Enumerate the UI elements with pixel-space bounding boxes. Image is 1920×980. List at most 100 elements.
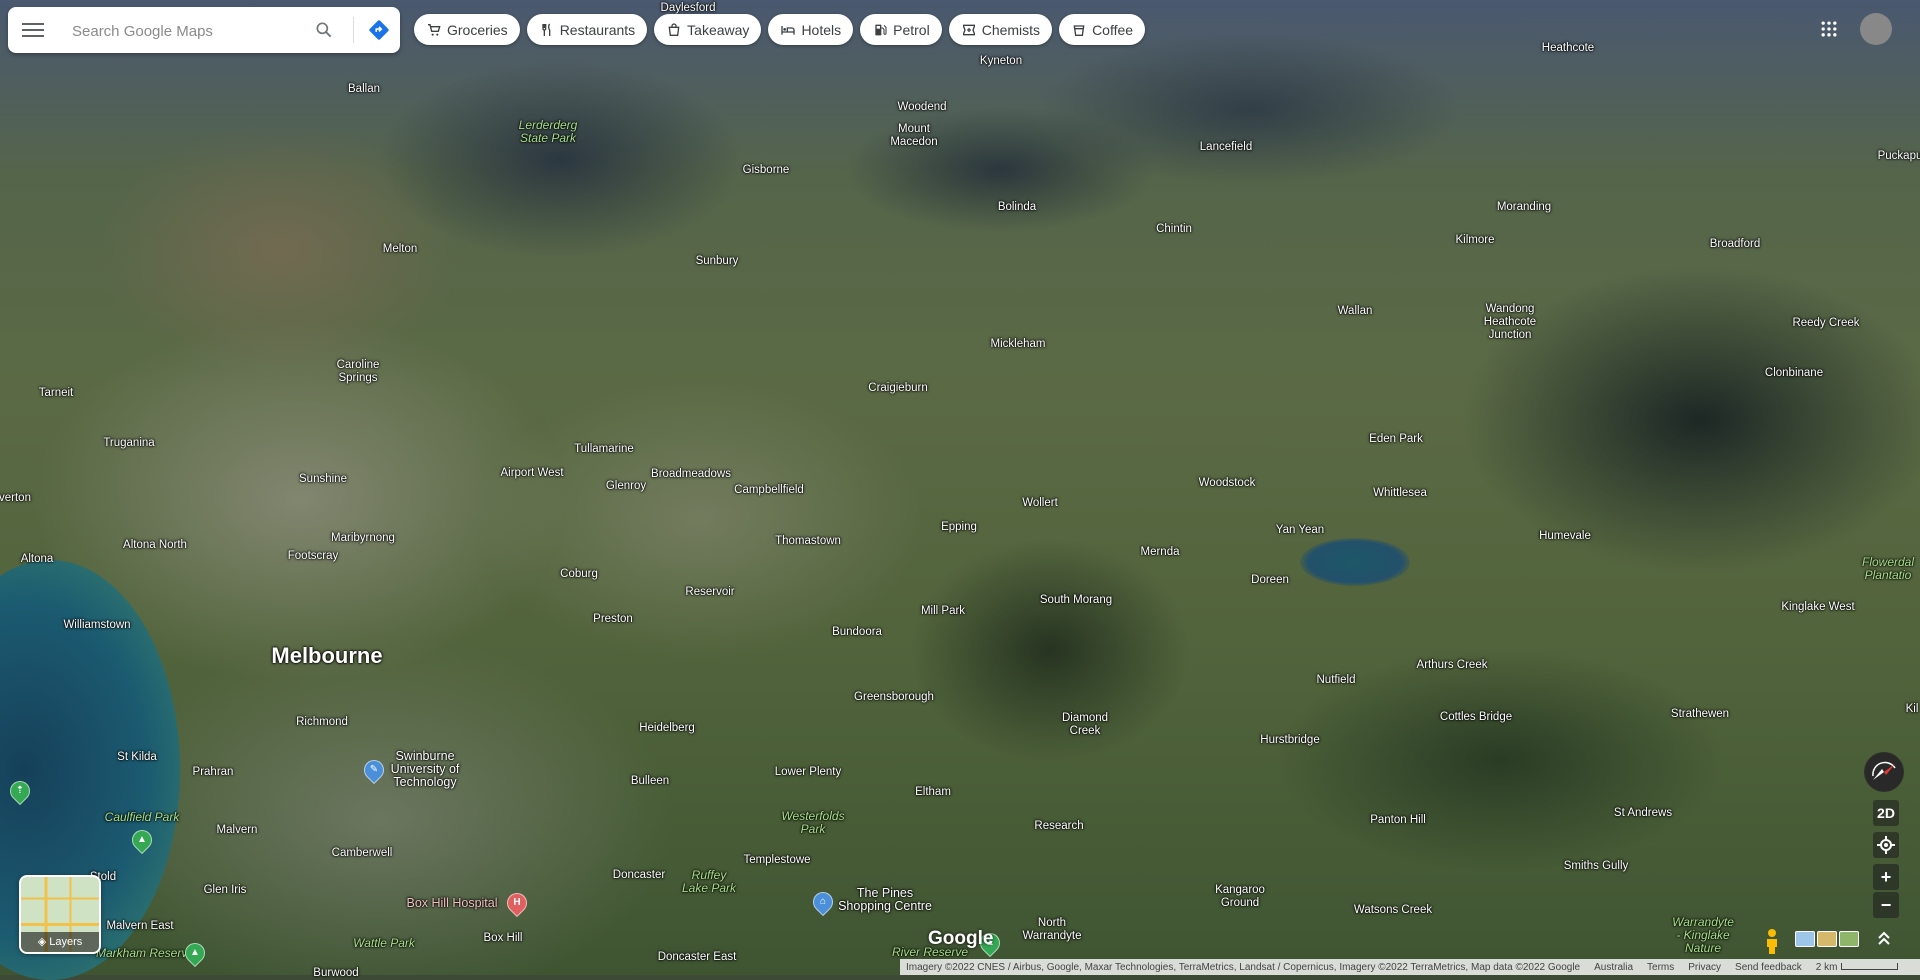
place-label[interactable]: Campbellfield <box>734 484 804 497</box>
place-label[interactable]: Moranding <box>1497 201 1551 214</box>
place-label[interactable]: Wandong Heathcote Junction <box>1484 303 1536 342</box>
place-label[interactable]: Glenroy <box>606 480 646 493</box>
park-label[interactable]: Markham Reserve <box>96 947 194 960</box>
place-label[interactable]: North Warrandyte <box>1022 917 1081 943</box>
place-label[interactable]: St Kilda <box>117 751 157 764</box>
expand-icon[interactable] <box>1876 928 1892 948</box>
park-label[interactable]: Westerfolds Park <box>781 810 844 836</box>
shopping-marker-icon[interactable]: ⌂ <box>808 887 838 917</box>
hospital-marker-icon[interactable]: H <box>502 888 532 918</box>
place-label[interactable]: Mernda <box>1141 546 1180 559</box>
place-label[interactable]: Broadford <box>1710 238 1761 251</box>
poi-label[interactable]: Box Hill Hospital <box>406 897 497 910</box>
place-label[interactable]: Doreen <box>1251 574 1289 587</box>
place-label[interactable]: Camberwell <box>332 847 393 860</box>
place-label[interactable]: Watsons Creek <box>1354 904 1432 917</box>
send-feedback-link[interactable]: Send feedback <box>1735 962 1802 973</box>
place-label[interactable]: Prahran <box>193 766 234 779</box>
my-location-icon[interactable] <box>1873 832 1899 858</box>
place-label[interactable]: Yan Yean <box>1276 524 1324 537</box>
place-label[interactable]: Heathcote <box>1542 42 1594 55</box>
place-label[interactable]: Lower Plenty <box>775 766 841 779</box>
place-label[interactable]: Kyneton <box>980 55 1022 68</box>
compass-icon[interactable] <box>1864 752 1904 792</box>
terms-link[interactable]: Terms <box>1647 962 1674 973</box>
place-label[interactable]: Eden Park <box>1369 433 1423 446</box>
place-label[interactable]: Footscray <box>288 550 339 563</box>
layers-button[interactable]: ◈ Layers <box>19 875 101 954</box>
place-label[interactable]: Reservoir <box>685 586 734 599</box>
satellite-map[interactable]: Daylesford Kyneton Heathcote Ballan Lerd… <box>0 0 1920 980</box>
place-label[interactable]: Tarneit <box>39 387 74 400</box>
place-label[interactable]: Malvern East <box>106 920 173 933</box>
place-label[interactable]: St Andrews <box>1614 807 1672 820</box>
pegman-icon[interactable] <box>1762 928 1782 954</box>
place-label[interactable]: Hurstbridge <box>1260 734 1319 747</box>
place-label[interactable]: Bundoora <box>832 626 882 639</box>
place-label[interactable]: Panton Hill <box>1370 814 1426 827</box>
place-label[interactable]: Glen Iris <box>204 884 247 897</box>
place-label[interactable]: Woodend <box>897 101 946 114</box>
chip-restaurants[interactable]: Restaurants <box>526 14 648 45</box>
chip-chemists[interactable]: Chemists <box>948 14 1053 45</box>
place-label[interactable]: Templestowe <box>743 854 810 867</box>
chip-hotels[interactable]: Hotels <box>768 14 854 45</box>
place-label[interactable]: Doncaster <box>613 869 665 882</box>
place-label[interactable]: Truganina <box>103 437 154 450</box>
zoom-out-button[interactable]: − <box>1873 892 1899 918</box>
place-label[interactable]: Chintin <box>1156 223 1192 236</box>
park-label[interactable]: Caulfield Park <box>105 811 180 824</box>
park-label[interactable]: Flowerdal Plantatio <box>1862 556 1914 582</box>
place-label[interactable]: Diamond Creek <box>1062 712 1108 738</box>
place-label[interactable]: Williamstown <box>63 619 130 632</box>
place-label[interactable]: Altona North <box>123 539 187 552</box>
place-label[interactable]: Epping <box>941 521 977 534</box>
place-label[interactable]: Kangaroo Ground <box>1215 884 1265 910</box>
park-label[interactable]: Lerderderg State Park <box>519 119 578 145</box>
place-label[interactable]: Caroline Springs <box>337 359 380 385</box>
place-label[interactable]: Tullamarine <box>574 443 634 456</box>
place-label[interactable]: Eltham <box>915 786 951 799</box>
zoom-in-button[interactable]: + <box>1873 864 1899 890</box>
place-label[interactable]: Broadmeadows <box>651 468 731 481</box>
place-label[interactable]: Greensborough <box>854 691 934 704</box>
thumbnail-transit[interactable] <box>1839 931 1859 947</box>
park-label[interactable]: Ruffey Lake Park <box>682 869 736 895</box>
place-label[interactable]: Mount Macedon <box>890 123 937 149</box>
place-label[interactable]: Gisborne <box>743 164 790 177</box>
directions-icon[interactable] <box>368 19 390 41</box>
place-label[interactable]: Clonbinane <box>1765 367 1823 380</box>
place-label[interactable]: Coburg <box>560 568 598 581</box>
place-label[interactable]: Thomastown <box>775 535 841 548</box>
country-link[interactable]: Australia <box>1594 962 1633 973</box>
thumbnail-terrain[interactable] <box>1795 931 1815 947</box>
place-label[interactable]: Whittlesea <box>1373 487 1427 500</box>
university-marker-icon[interactable]: ✎ <box>359 755 389 785</box>
place-label[interactable]: Nutfield <box>1317 674 1356 687</box>
place-label[interactable]: Maribyrnong <box>331 532 395 545</box>
place-label[interactable]: Doncaster East <box>658 951 737 964</box>
park-marker-icon[interactable]: ▲ <box>180 938 210 968</box>
place-label[interactable]: Richmond <box>296 716 348 729</box>
poi-label[interactable]: The Pines Shopping Centre <box>838 887 932 913</box>
place-label[interactable]: Mickleham <box>991 338 1046 351</box>
scale-indicator[interactable]: 2 km <box>1816 962 1899 973</box>
place-label[interactable]: Bulleen <box>631 775 669 788</box>
search-icon[interactable] <box>314 20 334 40</box>
place-label[interactable]: Humevale <box>1539 530 1591 543</box>
place-label[interactable]: Mill Park <box>921 605 965 618</box>
place-label[interactable]: Malvern <box>217 824 258 837</box>
chip-takeaway[interactable]: Takeaway <box>654 14 762 45</box>
avatar[interactable] <box>1860 13 1892 45</box>
poi-label[interactable]: Swinburne University of Technology <box>391 750 460 789</box>
place-label[interactable]: Research <box>1034 820 1083 833</box>
place-label[interactable]: Melton <box>383 243 418 256</box>
place-label[interactable]: Smiths Gully <box>1564 860 1629 873</box>
place-label[interactable]: Preston <box>593 613 633 626</box>
chip-coffee[interactable]: Coffee <box>1059 14 1146 45</box>
place-label[interactable]: Wallan <box>1338 305 1373 318</box>
place-label[interactable]: verton <box>0 492 31 505</box>
place-label[interactable]: Bolinda <box>998 201 1036 214</box>
place-label[interactable]: Box Hill <box>484 932 523 945</box>
place-label[interactable]: Lancefield <box>1200 141 1252 154</box>
